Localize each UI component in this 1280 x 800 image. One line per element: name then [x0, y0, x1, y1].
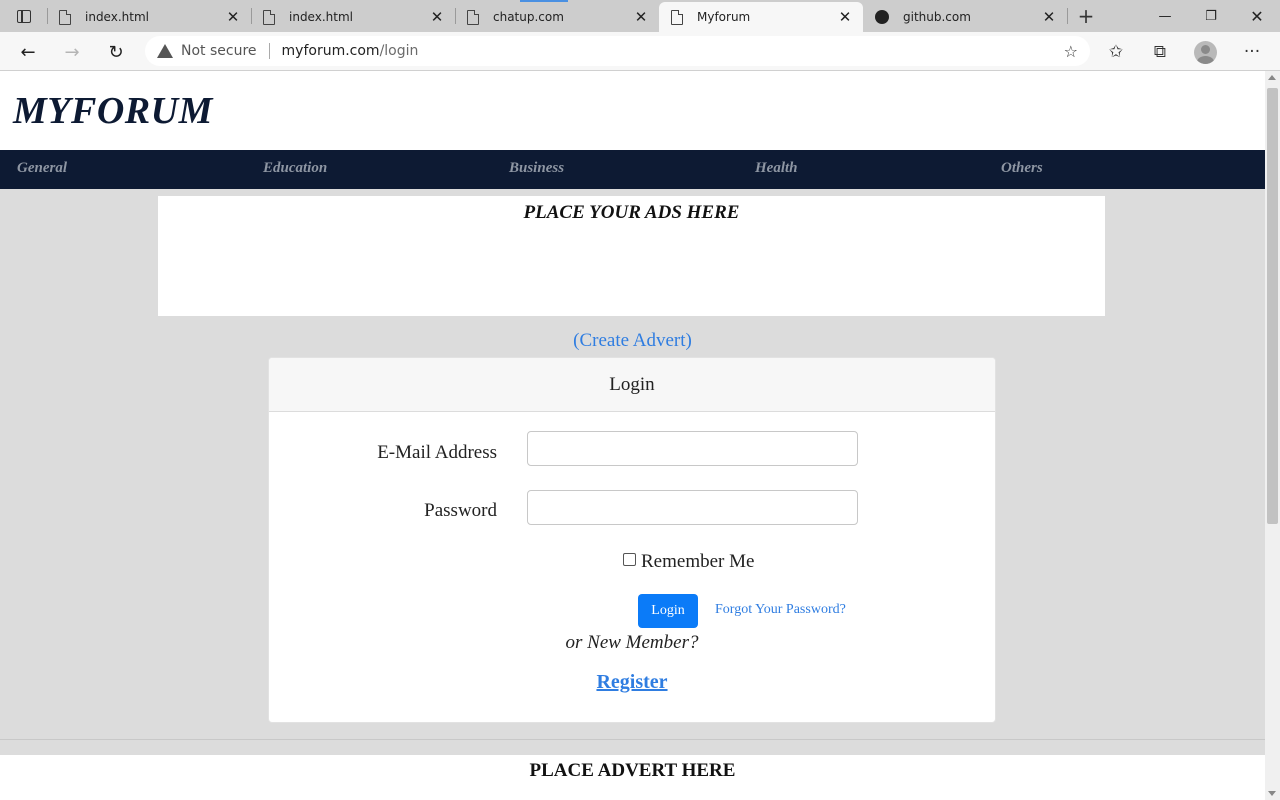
- scrollbar-thumb[interactable]: [1267, 88, 1278, 524]
- favorites-icon: ✩: [1108, 42, 1124, 62]
- settings-menu-button[interactable]: ···: [1237, 38, 1267, 66]
- tab-actions-button[interactable]: [10, 6, 38, 26]
- remember-me-checkbox[interactable]: [623, 553, 636, 566]
- close-tab-icon[interactable]: ✕: [835, 7, 855, 27]
- more-icon: ···: [1243, 42, 1261, 62]
- top-ad-text: PLACE YOUR ADS HERE: [523, 202, 740, 223]
- security-label[interactable]: Not secure: [181, 43, 257, 59]
- browser-tab-2[interactable]: index.html ✕: [251, 2, 455, 32]
- password-label: Password: [424, 500, 497, 521]
- new-member-text: or New Member?: [565, 632, 699, 653]
- page-scrollbar[interactable]: [1265, 71, 1280, 800]
- footer-divider: [0, 739, 1265, 740]
- restore-button[interactable]: ❐: [1188, 4, 1234, 28]
- tab-title: index.html: [85, 10, 149, 24]
- nav-education[interactable]: Education: [263, 160, 327, 177]
- page-icon: [467, 9, 479, 25]
- close-icon: ✕: [1250, 6, 1264, 26]
- address-bar-row: ← → ↻ Not secure myforum.com/login ☆ ✩ ⧉…: [0, 32, 1280, 71]
- profile-avatar[interactable]: [1194, 41, 1217, 64]
- forgot-password-link[interactable]: Forgot Your Password?: [715, 602, 846, 618]
- login-button[interactable]: Login: [638, 594, 698, 628]
- top-ad-banner: PLACE YOUR ADS HERE: [158, 196, 1105, 316]
- restore-icon: ❐: [1205, 8, 1217, 24]
- nav-health[interactable]: Health: [755, 160, 798, 177]
- site-logo[interactable]: MYFORUM: [13, 89, 213, 133]
- minimize-button[interactable]: —: [1142, 4, 1188, 28]
- arrow-right-icon: →: [64, 41, 80, 63]
- page-icon: [671, 9, 683, 25]
- close-tab-icon[interactable]: ✕: [223, 7, 243, 27]
- url-bar[interactable]: Not secure myforum.com/login ☆: [145, 36, 1090, 66]
- close-tab-icon[interactable]: ✕: [631, 7, 651, 27]
- tab-title: Myforum: [697, 10, 751, 24]
- site-header: MYFORUM: [0, 71, 1265, 150]
- github-icon: [875, 10, 889, 24]
- collections-button[interactable]: ⧉: [1145, 38, 1175, 66]
- nav-others[interactable]: Others: [1001, 160, 1043, 177]
- add-favorite-icon[interactable]: ☆: [1064, 42, 1078, 61]
- refresh-button[interactable]: ↻: [101, 38, 131, 66]
- page-icon: [59, 9, 71, 25]
- login-card: Login E-Mail Address Password Remember M…: [268, 357, 996, 723]
- browser-tab-bar: index.html ✕ index.html ✕ chatup.com ✕ M…: [0, 0, 1280, 32]
- back-button[interactable]: ←: [13, 38, 43, 66]
- close-tab-icon[interactable]: ✕: [427, 7, 447, 27]
- tab-title: chatup.com: [493, 10, 564, 24]
- browser-tab-1[interactable]: index.html ✕: [47, 2, 251, 32]
- close-window-button[interactable]: ✕: [1234, 4, 1280, 28]
- forward-button[interactable]: →: [57, 38, 87, 66]
- scroll-up-icon[interactable]: [1268, 75, 1276, 80]
- page-icon: [263, 9, 275, 25]
- browser-tab-4-active[interactable]: Myforum ✕: [659, 2, 863, 32]
- url-path: /login: [379, 43, 419, 59]
- collections-icon: ⧉: [1153, 42, 1167, 62]
- browser-tab-3[interactable]: chatup.com ✕: [455, 2, 659, 32]
- login-card-title: Login: [269, 358, 995, 412]
- footer-ad-banner: PLACE ADVERT HERE: [0, 755, 1265, 800]
- page-content: MYFORUM General Education Business Healt…: [0, 71, 1265, 800]
- remember-me-label[interactable]: Remember Me: [641, 551, 754, 573]
- password-field[interactable]: [527, 490, 858, 525]
- scroll-down-icon[interactable]: [1268, 791, 1276, 796]
- url-host: myforum.com: [281, 43, 380, 59]
- nav-business[interactable]: Business: [509, 160, 564, 177]
- warning-icon: [157, 44, 173, 58]
- arrow-left-icon: ←: [20, 41, 36, 63]
- favorites-button[interactable]: ✩: [1101, 38, 1131, 66]
- email-field[interactable]: [527, 431, 858, 466]
- create-advert-link[interactable]: (Create Advert): [0, 330, 1265, 352]
- tab-title: index.html: [289, 10, 353, 24]
- tab-title: github.com: [903, 10, 971, 24]
- tab-actions-icon: [17, 9, 31, 23]
- footer-ad-text: PLACE ADVERT HERE: [529, 760, 736, 781]
- category-navbar: General Education Business Health Others: [0, 150, 1265, 189]
- url-divider: [268, 43, 270, 59]
- plus-icon: +: [1077, 4, 1095, 28]
- refresh-icon: ↻: [108, 41, 124, 63]
- nav-general[interactable]: General: [17, 160, 67, 177]
- browser-tab-5[interactable]: github.com ✕: [863, 2, 1067, 32]
- tab-separator: [1067, 8, 1068, 24]
- email-label: E-Mail Address: [377, 442, 497, 463]
- close-tab-icon[interactable]: ✕: [1039, 7, 1059, 27]
- minimize-icon: —: [1158, 8, 1172, 24]
- register-link[interactable]: Register: [269, 671, 995, 694]
- remember-me-row: Remember Me: [623, 551, 754, 573]
- new-tab-button[interactable]: +: [1073, 4, 1099, 28]
